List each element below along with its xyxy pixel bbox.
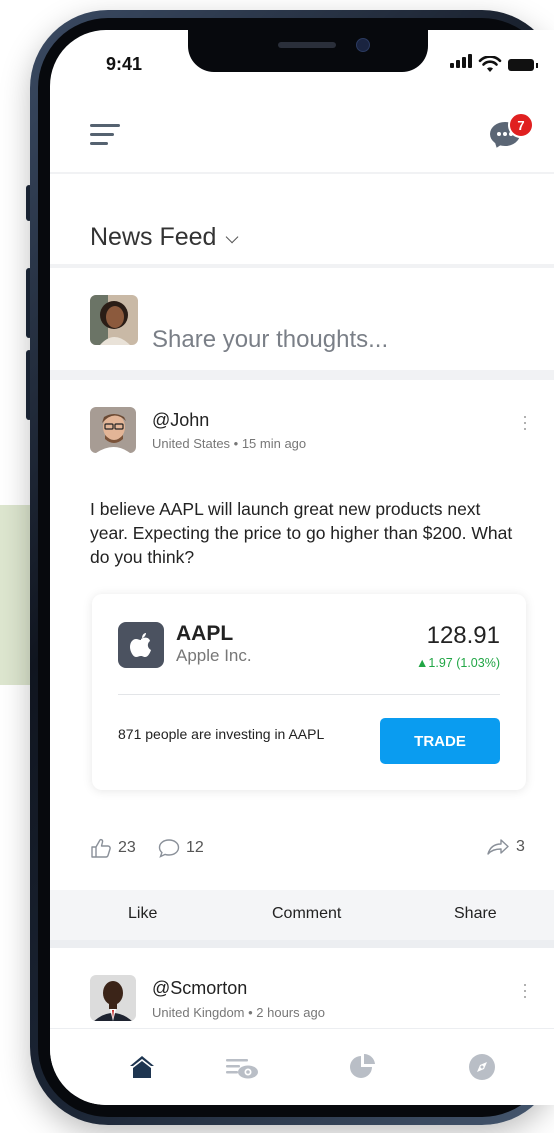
section-divider	[50, 370, 554, 380]
chat-dot	[503, 132, 507, 136]
status-time: 9:41	[106, 54, 143, 74]
tab-discover[interactable]	[466, 1051, 498, 1083]
comment-icon	[158, 839, 180, 858]
comments-stat[interactable]: 12	[158, 838, 204, 858]
tab-home[interactable]	[126, 1051, 158, 1083]
comments-count: 12	[186, 839, 204, 856]
shares-stat[interactable]: 3	[486, 838, 525, 856]
divider	[50, 172, 554, 174]
tab-watchlist[interactable]	[224, 1051, 258, 1083]
like-button[interactable]: Like	[128, 905, 157, 923]
stock-company: Apple Inc.	[176, 646, 252, 665]
watchlist-icon	[226, 1059, 258, 1079]
compass-icon	[469, 1054, 495, 1080]
home-icon	[130, 1056, 154, 1078]
wifi-icon	[478, 56, 502, 72]
likes-stat[interactable]: 23	[90, 838, 136, 858]
menu-icon-line	[90, 133, 114, 136]
share-thoughts-input[interactable]: Share your thoughts...	[152, 326, 388, 354]
menu-button[interactable]	[90, 122, 120, 148]
post-username[interactable]: @Scmorton	[152, 978, 247, 999]
post-avatar[interactable]	[90, 407, 136, 453]
post-avatar[interactable]	[90, 975, 136, 1021]
messages-button[interactable]: 7	[486, 110, 536, 154]
speaker-grill	[278, 42, 336, 48]
tab-portfolio[interactable]	[346, 1051, 378, 1083]
thumbs-up-icon	[91, 838, 111, 858]
feed-title: News Feed	[90, 223, 217, 251]
notification-badge: 7	[508, 112, 534, 138]
menu-icon-line	[90, 142, 108, 145]
shares-count: 3	[516, 838, 525, 855]
bottom-tab-bar	[50, 1028, 554, 1105]
pie-chart-icon	[350, 1053, 375, 1078]
post-text: I believe AAPL will launch great new pro…	[90, 499, 513, 567]
post-meta: United Kingdom • 2 hours ago	[152, 1005, 325, 1020]
likes-count: 23	[118, 839, 136, 856]
divider	[50, 264, 554, 268]
front-camera	[356, 38, 370, 52]
share-button[interactable]: Share	[454, 905, 497, 923]
menu-icon	[90, 124, 120, 127]
chat-dot	[497, 132, 501, 136]
stock-ticker: AAPL	[176, 622, 234, 645]
stock-card[interactable]: AAPL Apple Inc. 128.91 ▲1.97 (1.03%) 871…	[92, 594, 526, 790]
post-options-button[interactable]	[522, 414, 528, 434]
trade-button[interactable]: TRADE	[380, 718, 500, 764]
app-screen: 9:41 7 News Feed Share your thoughts... …	[50, 30, 554, 1105]
stock-change: ▲1.97 (1.03%)	[416, 656, 500, 670]
card-divider	[118, 694, 500, 695]
investing-count: 871 people are investing in AAPL	[118, 726, 325, 742]
post-meta: United States • 15 min ago	[152, 436, 307, 451]
comment-button[interactable]: Comment	[272, 905, 341, 923]
post-options-button[interactable]	[522, 982, 528, 1002]
share-arrow-icon	[487, 839, 509, 855]
section-divider	[50, 940, 554, 948]
apple-logo-icon	[118, 622, 164, 668]
stock-price: 128.91	[426, 622, 500, 649]
status-icons	[450, 54, 550, 74]
phone-notch	[188, 30, 428, 72]
chevron-down-icon	[226, 230, 239, 244]
post-username[interactable]: @John	[152, 410, 209, 431]
battery-icon	[508, 59, 534, 71]
battery-tip	[536, 63, 538, 68]
user-avatar[interactable]	[90, 295, 138, 345]
feed-selector[interactable]: News Feed	[90, 223, 239, 252]
post-action-bar: Like Comment Share	[50, 890, 554, 940]
